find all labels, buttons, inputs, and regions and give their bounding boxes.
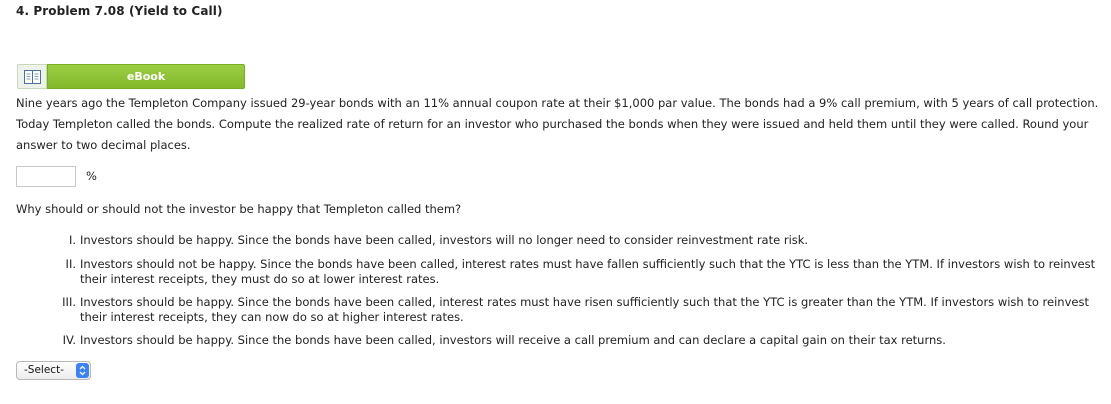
percent-unit: % — [86, 169, 97, 183]
problem-title: 4. Problem 7.08 (Yield to Call) — [16, 4, 223, 18]
options-list: I. Investors should be happy. Since the … — [50, 231, 1100, 348]
option-item: IV. Investors should be happy. Since the… — [50, 333, 1100, 348]
select-arrows — [76, 363, 89, 378]
option-item: II. Investors should not be happy. Since… — [50, 257, 1100, 287]
option-item: I. Investors should be happy. Since the … — [50, 233, 1100, 248]
ebook-button[interactable]: eBook — [47, 64, 245, 89]
option-numeral: I. — [68, 233, 76, 247]
option-text: Investors should not be happy. Since the… — [80, 257, 1096, 286]
book-icon — [24, 70, 41, 84]
option-numeral: IV. — [62, 333, 76, 347]
select-value: -Select- — [24, 364, 64, 376]
answer-input[interactable] — [16, 166, 76, 187]
ebook-icon-button[interactable] — [17, 64, 47, 89]
ebook-bar: eBook — [17, 64, 245, 89]
question-paragraph: Nine years ago the Templeton Company iss… — [16, 96, 1099, 152]
option-numeral: II. — [65, 257, 76, 271]
followup-question: Why should or should not the investor be… — [16, 202, 462, 216]
option-text: Investors should be happy. Since the bon… — [80, 295, 1089, 324]
chevron-up-down-icon — [79, 365, 86, 376]
answer-select[interactable]: -Select- — [16, 361, 91, 380]
option-text: Investors should be happy. Since the bon… — [80, 333, 946, 347]
option-item: III. Investors should be happy. Since th… — [50, 295, 1100, 325]
option-text: Investors should be happy. Since the bon… — [80, 233, 809, 247]
option-numeral: III. — [62, 295, 76, 309]
